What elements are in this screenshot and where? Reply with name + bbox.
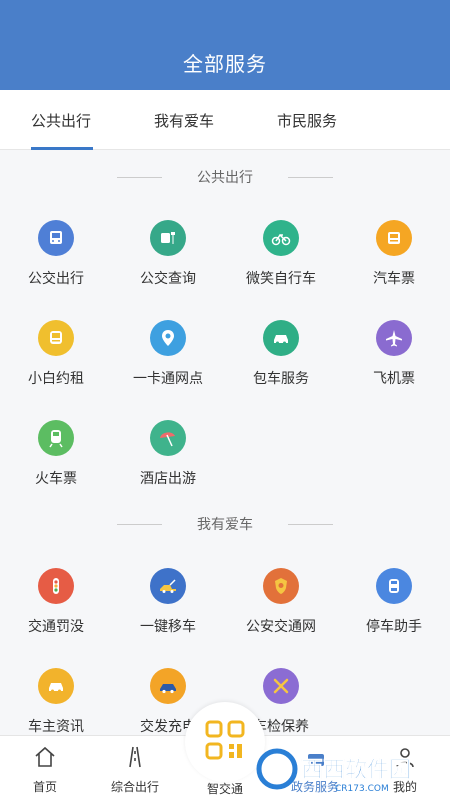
- bus-icon: [38, 220, 74, 256]
- service-label: 包车服务: [253, 371, 309, 387]
- service-coach-ticket[interactable]: 汽车票: [338, 220, 450, 310]
- tools-icon: [263, 668, 299, 704]
- service-taxi[interactable]: 小白约租: [0, 320, 112, 410]
- section-title: 我有爱车: [197, 517, 253, 533]
- service-label: 停车助手: [366, 619, 422, 635]
- service-flight[interactable]: 飞机票: [338, 320, 450, 410]
- service-label: 火车票: [35, 471, 77, 487]
- tab-my-car[interactable]: 我有爱车: [154, 110, 214, 150]
- service-label: 酒店出游: [140, 471, 196, 487]
- service-police-traffic[interactable]: 公安交通网: [225, 568, 337, 658]
- service-label: 公交出行: [28, 271, 84, 287]
- parking-car-icon: [376, 568, 412, 604]
- service-card-outlets[interactable]: 一卡通网点: [112, 320, 224, 410]
- section-header-my-car: 我有爱车: [0, 514, 450, 534]
- section-title: 公共出行: [197, 170, 253, 186]
- train-icon: [38, 420, 74, 456]
- nav-home[interactable]: 首页: [0, 736, 90, 800]
- divider: [288, 524, 333, 525]
- service-label: 微笑自行车: [246, 271, 316, 287]
- tab-public-travel[interactable]: 公共出行: [31, 110, 93, 150]
- divider: [288, 177, 333, 178]
- service-parking[interactable]: 停车助手: [338, 568, 450, 658]
- charging-car-icon: [150, 668, 186, 704]
- service-label: 一卡通网点: [133, 371, 203, 387]
- app-header: 全部服务: [0, 0, 450, 90]
- service-bus-travel[interactable]: 公交出行: [0, 220, 112, 310]
- service-label: 汽车票: [373, 271, 415, 287]
- police-badge-icon: [263, 568, 299, 604]
- svg-text:西西软件园: 西西软件园: [301, 757, 411, 783]
- service-bus-query[interactable]: 公交查询: [112, 220, 224, 310]
- tab-citizen-services[interactable]: 市民服务: [277, 110, 337, 150]
- nav-label: 首页: [32, 780, 57, 794]
- qr-icon: [205, 720, 245, 760]
- beach-umbrella-icon: [150, 420, 186, 456]
- location-pin-icon: [150, 320, 186, 356]
- service-charter[interactable]: 包车服务: [225, 320, 337, 410]
- service-train[interactable]: 火车票: [0, 420, 112, 510]
- service-traffic-fines[interactable]: 交通罚没: [0, 568, 112, 658]
- taxi-icon: [38, 320, 74, 356]
- service-label: 车主资讯: [28, 719, 84, 735]
- svg-text:CR173.COM: CR173.COM: [335, 784, 389, 794]
- bus-stop-icon: [150, 220, 186, 256]
- nav-travel[interactable]: 综合出行: [90, 736, 180, 800]
- service-label: 公安交通网: [246, 619, 316, 635]
- bicycle-icon: [263, 220, 299, 256]
- page-title: 全部服务: [183, 52, 267, 76]
- nav-label: 综合出行: [110, 780, 159, 794]
- service-hotel-travel[interactable]: 酒店出游: [112, 420, 224, 510]
- divider: [117, 524, 162, 525]
- service-label: 一键移车: [140, 619, 196, 635]
- service-label: 公交查询: [140, 271, 196, 287]
- airplane-icon: [376, 320, 412, 356]
- car-news-icon: [38, 668, 74, 704]
- traffic-light-icon: [38, 568, 74, 604]
- service-label: 飞机票: [373, 371, 415, 387]
- section-header-public-travel: 公共出行: [0, 167, 450, 187]
- divider: [117, 177, 162, 178]
- service-move-car[interactable]: 一键移车: [112, 568, 224, 658]
- service-label: 交通罚没: [28, 619, 84, 635]
- tab-bar: 公共出行 我有爱车 市民服务: [0, 90, 450, 150]
- coach-ticket-icon: [376, 220, 412, 256]
- service-smile-bike[interactable]: 微笑自行车: [225, 220, 337, 310]
- home-icon: [35, 746, 55, 767]
- tow-truck-icon: [150, 568, 186, 604]
- nav-smart-traffic[interactable]: 智交通: [185, 702, 265, 796]
- nav-label: 智交通: [206, 782, 243, 796]
- road-icon: [129, 746, 141, 768]
- service-label: 小白约租: [28, 371, 84, 387]
- watermark-logo: 西西软件园 CR173.COM: [256, 748, 411, 794]
- car-icon: [263, 320, 299, 356]
